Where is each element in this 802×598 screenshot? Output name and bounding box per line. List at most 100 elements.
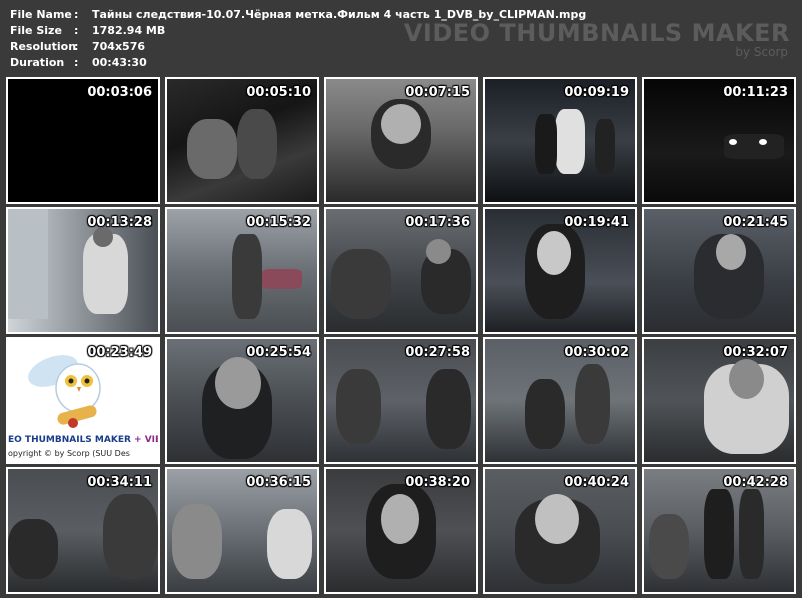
scene-figure [704,489,734,579]
scene-figure [724,134,784,159]
frame-image: 00:05:10 [167,79,317,202]
timestamp-label: 00:40:24 [564,475,629,490]
separator: : [74,40,79,53]
thumbnail-frame: 00:38:20 [324,467,478,594]
frame-image: 00:38:20 [326,469,476,592]
scene-figure [336,369,381,444]
timestamp-label: 00:30:02 [564,345,629,360]
timestamp-label: 00:15:32 [246,215,311,230]
timestamp-label: 00:42:28 [723,475,788,490]
ad-text-part-b: + VIE [134,435,158,445]
frame-image: 00:15:32 [167,209,317,332]
timestamp-label: 00:13:28 [87,215,152,230]
scene-figure [172,504,222,579]
thumbnail-frame: 00:40:24 [483,467,637,594]
thumbnail-frame: EO THUMBNAILS MAKER + VIE opyright © by S… [6,337,160,464]
brand-title: VIDEO THUMBNAILS MAKER [403,19,790,47]
frame-image: 00:03:06 [8,79,158,202]
scene-figure [262,269,302,289]
timestamp-label: 00:27:58 [405,345,470,360]
scene-figure [381,104,421,144]
scene-figure [232,234,262,319]
scene-figure [103,494,158,579]
timestamp-label: 00:34:11 [87,475,152,490]
ad-logo-text: EO THUMBNAILS MAKER + VIE [8,435,158,445]
scene-figure [525,379,565,449]
frame-image: 00:17:36 [326,209,476,332]
frame-image: 00:36:15 [167,469,317,592]
timestamp-label: 00:07:15 [405,85,470,100]
ad-copyright-text: opyright © by Scorp (SUU Des [8,449,130,458]
timestamp-label: 00:11:23 [723,85,788,100]
scene-figure [426,239,451,264]
thumbnail-frame: 00:42:28 [642,467,796,594]
frame-image: 00:09:19 [485,79,635,202]
thumbnail-frame: 00:17:36 [324,207,478,334]
ad-text-part-a: EO THUMBNAILS MAKER [8,435,131,445]
scene-figure [537,231,571,275]
timestamp-label: 00:19:41 [564,215,629,230]
thumbnail-frame: 00:32:07 [642,337,796,464]
timestamp-label: 00:03:06 [87,85,152,100]
timestamp-label: 00:17:36 [405,215,470,230]
frame-image: 00:32:07 [644,339,794,462]
thumbnail-frame: 00:21:45 [642,207,796,334]
scene-figure [575,364,610,444]
scene-figure [535,114,557,174]
scene-figure [426,369,471,449]
scene-figure [535,494,579,544]
scene-figure [237,109,277,179]
timestamp-label: 00:05:10 [246,85,311,100]
thumbnail-frame: 00:36:15 [165,467,319,594]
scene-figure [381,494,419,544]
thumbnail-frame: 00:09:19 [483,77,637,204]
timestamp-label: 00:21:45 [723,215,788,230]
scene-figure [739,489,764,579]
frame-image: 00:34:11 [8,469,158,592]
duration-value: 00:43:30 [92,56,147,69]
frame-image: 00:11:23 [644,79,794,202]
frame-image: 00:40:24 [485,469,635,592]
frame-image: 00:25:54 [167,339,317,462]
thumbnail-frame: 00:11:23 [642,77,796,204]
separator: : [74,8,79,21]
separator: : [74,56,79,69]
scene-figure [215,357,261,409]
brand-subtitle: by Scorp [735,45,788,59]
thumbnail-grid: 00:03:06 00:05:10 00:07:15 00:09:19 00:11:23… [6,77,796,594]
scene-figure [729,359,764,399]
scene-figure [8,209,48,319]
scene-figure [8,519,58,579]
scene-figure [331,249,391,319]
frame-image: 00:30:02 [485,339,635,462]
scene-figure [267,509,312,579]
separator: : [74,24,79,37]
timestamp-label: 00:23:49 [87,345,152,360]
frame-image: 00:13:28 [8,209,158,332]
frame-image: EO THUMBNAILS MAKER + VIE opyright © by S… [8,339,158,462]
duration-label: Duration [10,56,65,69]
resolution-label: Resolution [10,40,77,53]
thumbnail-frame: 00:13:28 [6,207,160,334]
frame-image: 00:19:41 [485,209,635,332]
file-name-label: File Name [10,8,72,21]
file-size-label: File Size [10,24,62,37]
thumbnail-frame: 00:27:58 [324,337,478,464]
thumbnail-frame: 00:25:54 [165,337,319,464]
frame-image: 00:21:45 [644,209,794,332]
timestamp-label: 00:38:20 [405,475,470,490]
timestamp-label: 00:25:54 [246,345,311,360]
timestamp-label: 00:32:07 [723,345,788,360]
scene-figure [187,119,237,179]
scene-figure [759,139,767,145]
thumbnail-frame: 00:15:32 [165,207,319,334]
thumbnail-frame: 00:34:11 [6,467,160,594]
scene-figure [595,119,615,174]
thumbnail-frame: 00:19:41 [483,207,637,334]
scene-figure [716,234,746,270]
scene-figure [93,227,113,247]
scene-figure [649,514,689,579]
timestamp-label: 00:36:15 [246,475,311,490]
file-size-value: 1782.94 MB [92,24,166,37]
thumbnail-frame: 00:07:15 [324,77,478,204]
